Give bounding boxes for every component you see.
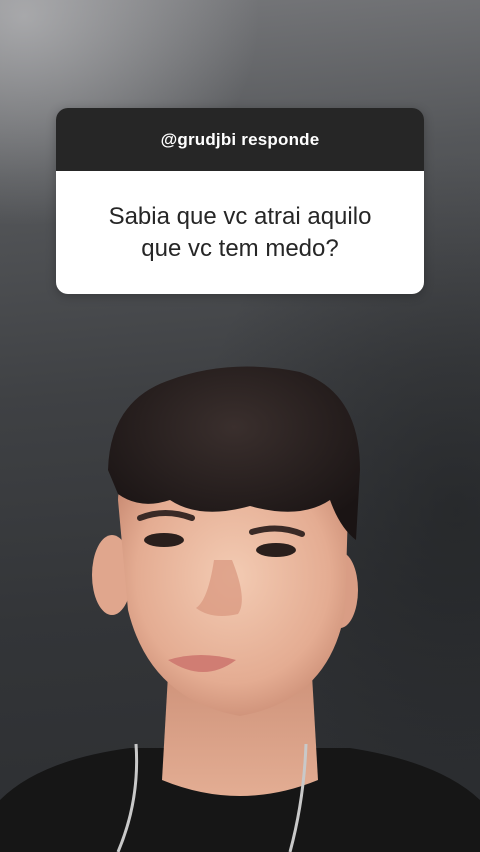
question-line-1: Sabia que vc atrai aquilo (108, 202, 372, 230)
sticker-question: Sabia que vc atrai aquilo que vc tem med… (56, 171, 424, 294)
question-line-2: que vc tem medo? (141, 234, 339, 262)
left-eye (144, 533, 184, 547)
right-eye (256, 543, 296, 557)
story-viewer[interactable]: @grudjbi responde Sabia que vc atrai aqu… (0, 0, 480, 852)
sticker-header: @grudjbi responde (56, 108, 424, 171)
question-sticker[interactable]: @grudjbi responde Sabia que vc atrai aqu… (56, 108, 424, 294)
